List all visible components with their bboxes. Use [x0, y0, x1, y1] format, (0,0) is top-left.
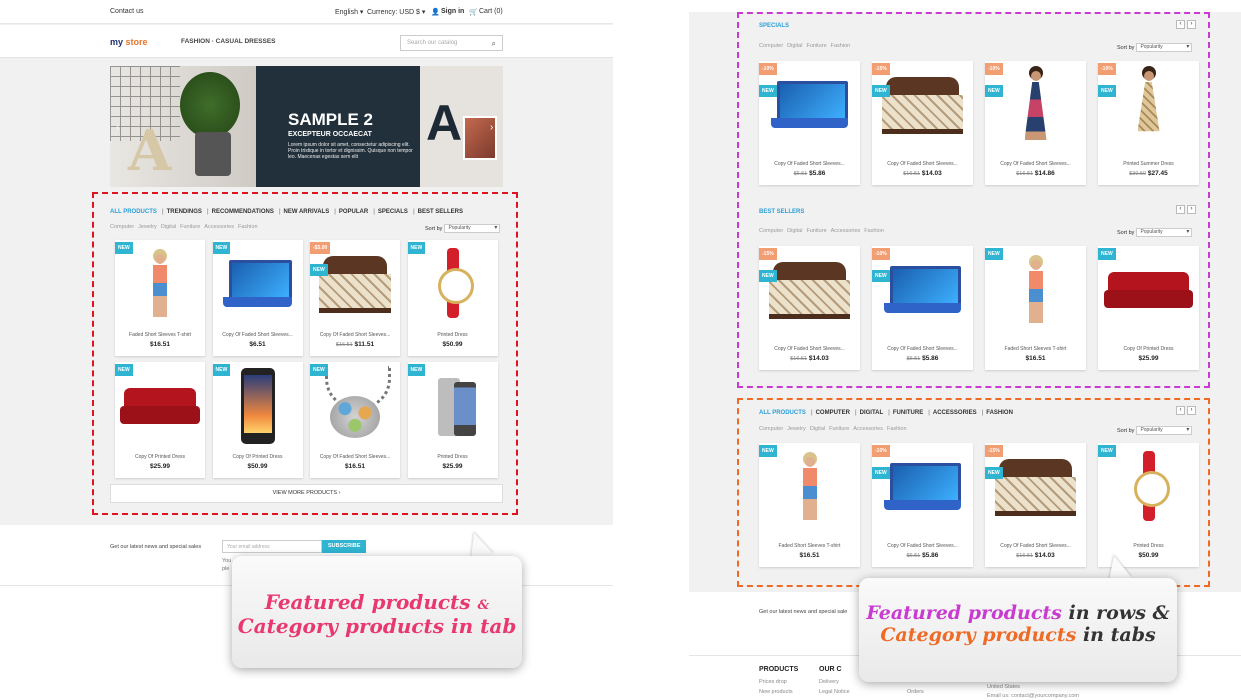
footer-company-title: OUR C: [819, 666, 842, 673]
main-nav[interactable]: FASHION · CASUAL DRESSES: [181, 38, 276, 45]
store-logo[interactable]: my store: [110, 37, 148, 47]
highlight-box-orange: [737, 398, 1210, 587]
contact-link[interactable]: Contact us: [110, 8, 143, 15]
search-icon[interactable]: ⌕: [492, 39, 496, 49]
newsletter-label: Get our latest news and special sale: [759, 609, 848, 615]
bubble-line-2: Category products in tab: [237, 614, 517, 638]
banner-letter-decor: A: [128, 118, 172, 184]
bubble-line-1b: in rows &: [1061, 602, 1170, 624]
newsletter-email-input[interactable]: Your email address: [222, 540, 322, 553]
callout-bubble-right: Featured products in rows & Category pro…: [859, 578, 1177, 682]
footer-prices-drop[interactable]: Prices drop: [759, 679, 787, 685]
banner-next-icon[interactable]: ›: [490, 122, 493, 133]
newsletter-note: You: [222, 558, 232, 564]
bubble-line-2b: in tabs: [1076, 624, 1156, 646]
bubble-line-1a: Featured products: [866, 602, 1062, 624]
footer-new-products[interactable]: New products: [759, 689, 793, 695]
right-screenshot: SPECIALS ‹ › Computer Digital Funiture Fash…: [689, 0, 1241, 700]
footer-country: United States: [987, 684, 1021, 690]
subscribe-button[interactable]: SUBSCRIBE: [322, 540, 367, 553]
currency-selector[interactable]: Currency: USD $ ▾: [367, 8, 425, 16]
top-bar: Contact us English ▾ Currency: USD $ ▾ 👤…: [0, 0, 613, 24]
newsletter-label: Get our latest news and special sales: [110, 544, 202, 550]
header-remnant: [689, 0, 1241, 12]
footer-products-title: PRODUCTS: [759, 666, 799, 673]
highlight-box-magenta: [737, 12, 1210, 388]
hero-banner: A A SAMPLE 2 EXCEPTEUR OCCAECAT Lorem ip…: [110, 66, 503, 187]
search-input[interactable]: Search our catalog ⌕: [400, 35, 503, 51]
left-screenshot: Contact us English ▾ Currency: USD $ ▾ 👤…: [0, 0, 613, 700]
footer-email[interactable]: Email us: contact@yourcompany.com: [987, 693, 1079, 699]
highlight-box-red: [92, 192, 518, 515]
banner-plant: [180, 72, 240, 138]
bubble-line-1: Featured products: [264, 590, 471, 614]
bubble-amp: &: [477, 598, 490, 613]
header: my store FASHION · CASUAL DRESSES Search…: [0, 25, 613, 58]
banner-text: Lorem ipsum dolor sit amet, consectetur …: [288, 142, 413, 160]
sign-in-link[interactable]: Sign in: [441, 8, 464, 15]
footer-legal[interactable]: Legal Notice: [819, 689, 850, 695]
banner-vase: [195, 132, 231, 176]
user-icon: 👤: [431, 9, 440, 16]
footer-orders[interactable]: Orders: [907, 689, 924, 695]
callout-bubble-left: Featured products & Category products in…: [232, 556, 522, 668]
banner-prev-icon[interactable]: ‹: [116, 122, 119, 133]
banner-subtitle: EXCEPTEUR OCCAECAT: [288, 131, 372, 138]
bubble-line-2a: Category products: [880, 624, 1077, 646]
language-selector[interactable]: English ▾: [335, 8, 363, 16]
banner-title: SAMPLE 2: [288, 110, 374, 129]
banner-logo-decor: A: [426, 95, 463, 151]
footer-delivery[interactable]: Delivery: [819, 679, 839, 685]
cart-link[interactable]: Cart (0): [479, 8, 503, 15]
newsletter-note-2: ple: [222, 566, 230, 572]
cart-icon: 🛒: [469, 9, 478, 16]
